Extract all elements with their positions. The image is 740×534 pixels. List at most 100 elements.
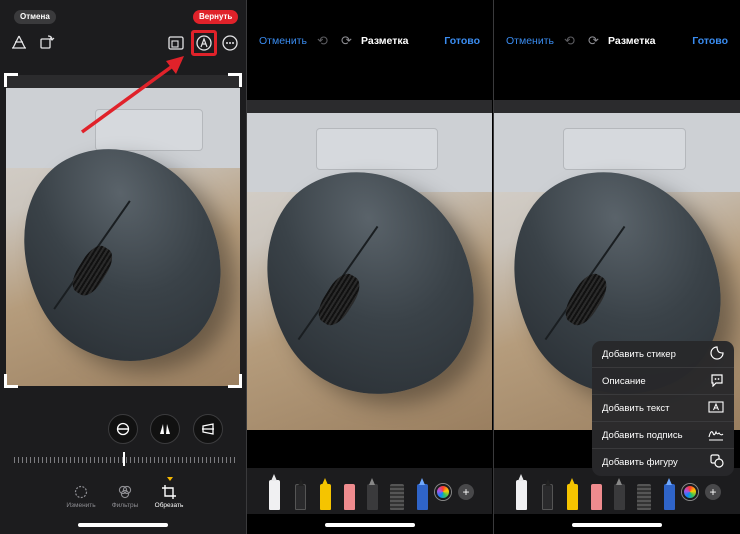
eraser-tool[interactable] <box>591 484 602 510</box>
cancel-button[interactable]: Отмена <box>14 10 56 24</box>
add-menu-popup: Добавить стикер Описание Добавить текст … <box>592 341 734 476</box>
menu-item-label: Описание <box>602 375 646 387</box>
pen-tool[interactable] <box>516 474 527 510</box>
menu-item-add-shape[interactable]: Добавить фигуру <box>592 449 734 476</box>
dial-tick <box>166 457 167 463</box>
aspect-ratio-icon[interactable] <box>167 34 185 52</box>
done-button[interactable]: Готово <box>692 35 728 47</box>
dial-tick <box>230 457 231 463</box>
dial-tick <box>162 457 163 463</box>
add-button[interactable]: + <box>705 484 721 500</box>
dial-tick <box>206 457 207 463</box>
fountain-pen-tool[interactable] <box>417 478 428 510</box>
pencil-tool[interactable] <box>614 478 625 510</box>
add-button[interactable]: + <box>458 484 474 500</box>
dial-tick <box>138 457 139 463</box>
dial-tick <box>30 457 31 463</box>
fountain-pen-tool[interactable] <box>664 478 675 510</box>
dial-tick <box>182 457 183 463</box>
dial-tick <box>226 457 227 463</box>
pointer-arrow-icon <box>80 56 184 134</box>
dial-tick <box>18 457 19 463</box>
dial-tick <box>98 457 99 463</box>
sticker-icon <box>710 345 724 363</box>
rotate-icon[interactable] <box>38 33 56 51</box>
tab-adjust[interactable]: Изменить <box>60 485 102 515</box>
menu-item-add-text[interactable]: Добавить текст <box>592 395 734 422</box>
pencil-tool[interactable] <box>367 478 378 510</box>
tab-crop[interactable]: Обрезать <box>148 477 190 515</box>
menu-item-label: Добавить подпись <box>602 429 683 441</box>
edit-tab-bar: Изменить Фильтры Обрезать <box>60 477 190 515</box>
dial-tick <box>126 457 127 463</box>
dial-tick <box>14 457 15 463</box>
revert-button[interactable]: Вернуть <box>193 10 239 24</box>
shapes-icon <box>710 454 724 471</box>
perspective-icon[interactable] <box>10 33 28 51</box>
menu-item-add-signature[interactable]: Добавить подпись <box>592 422 734 449</box>
redo-icon[interactable]: ⟳ <box>588 33 599 49</box>
straighten-button[interactable] <box>108 414 138 444</box>
dial-tick <box>178 457 179 463</box>
cancel-button[interactable]: Отменить <box>259 35 307 47</box>
undo-icon[interactable]: ⟲ <box>317 33 328 49</box>
menu-item-description[interactable]: Описание <box>592 368 734 395</box>
home-indicator[interactable] <box>78 523 168 527</box>
highlighter-tool[interactable] <box>320 478 331 510</box>
adjust-icon <box>74 485 88 499</box>
dial-tick <box>222 457 223 463</box>
home-indicator[interactable] <box>325 523 415 527</box>
dial-tick <box>150 457 151 463</box>
dial-tick <box>118 457 119 463</box>
dial-tick <box>134 457 135 463</box>
ruler-tool[interactable] <box>390 484 404 510</box>
dial-tick <box>186 457 187 463</box>
dial-tick <box>86 457 87 463</box>
dial-tick <box>146 457 147 463</box>
dial-tick <box>170 457 171 463</box>
marker-tool[interactable] <box>542 479 553 510</box>
ruler-tool[interactable] <box>637 484 651 510</box>
markup-screen: Отменить ⟲ ⟳ Разметка Готово + <box>247 0 492 534</box>
angle-dial[interactable] <box>14 452 236 466</box>
dial-tick <box>158 457 159 463</box>
dial-tick <box>90 457 91 463</box>
crop-icon <box>162 477 176 499</box>
dial-tick <box>110 457 111 463</box>
dial-tick <box>78 457 79 463</box>
photo[interactable] <box>247 100 492 430</box>
dial-tick <box>194 457 195 463</box>
undo-icon[interactable]: ⟲ <box>564 33 575 49</box>
dial-tick <box>50 457 51 463</box>
more-icon[interactable] <box>221 34 239 52</box>
description-icon <box>710 373 724 390</box>
color-picker[interactable] <box>435 484 451 500</box>
highlighter-tool[interactable] <box>567 478 578 510</box>
dial-tick <box>190 457 191 463</box>
eraser-tool[interactable] <box>344 484 355 510</box>
dial-tick <box>38 457 39 463</box>
redo-icon[interactable]: ⟳ <box>341 33 352 49</box>
dial-tick <box>42 457 43 463</box>
cancel-button[interactable]: Отменить <box>506 35 554 47</box>
tab-filters[interactable]: Фильтры <box>104 485 146 515</box>
menu-item-label: Добавить текст <box>602 402 670 414</box>
pen-tool[interactable] <box>269 474 280 510</box>
horizontal-perspective-button[interactable] <box>193 414 223 444</box>
markup-toolbar: + <box>247 468 492 514</box>
home-indicator[interactable] <box>572 523 662 527</box>
dial-tick <box>210 457 211 463</box>
dial-tick <box>234 457 235 463</box>
vertical-perspective-button[interactable] <box>150 414 180 444</box>
marker-tool[interactable] <box>295 479 306 510</box>
dial-tick <box>106 457 107 463</box>
markup-highlight-box <box>191 30 217 56</box>
done-button[interactable]: Готово <box>444 35 480 47</box>
photo-crop-screen: Отмена Вернуть Изменить Фильтры Обрезать <box>0 0 246 534</box>
menu-item-label: Добавить стикер <box>602 348 676 360</box>
dial-tick <box>62 457 63 463</box>
menu-item-add-sticker[interactable]: Добавить стикер <box>592 341 734 368</box>
dial-tick <box>54 457 55 463</box>
color-picker[interactable] <box>682 484 698 500</box>
filters-icon <box>118 485 132 499</box>
